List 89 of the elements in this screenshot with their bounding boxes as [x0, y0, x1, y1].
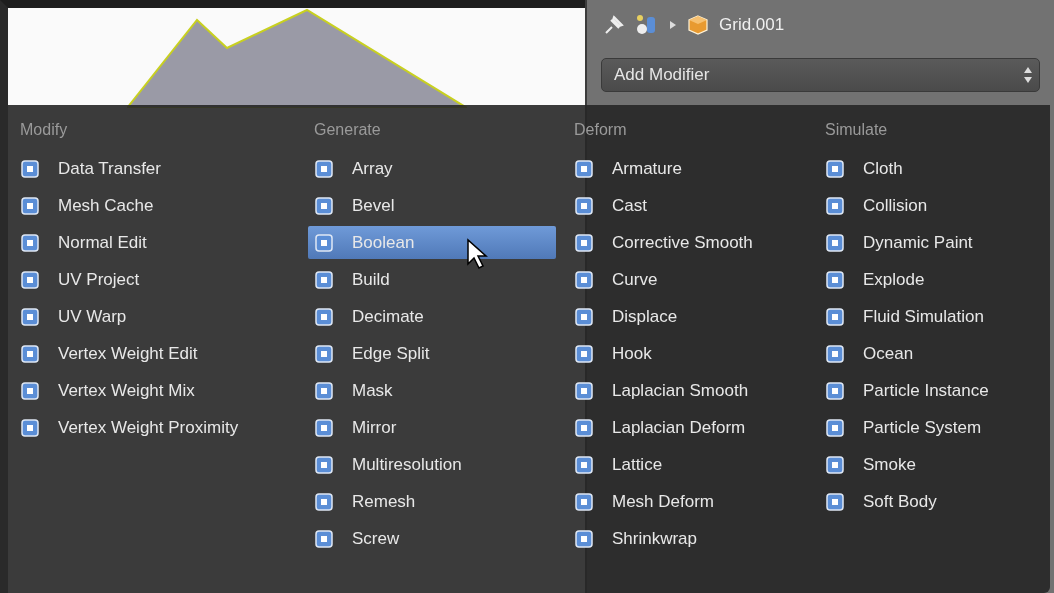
tile-icon: [574, 269, 594, 290]
tile-icon: [574, 454, 594, 475]
tile-icon: [20, 158, 40, 179]
menu-item[interactable]: Normal Edit: [14, 226, 296, 259]
tile-icon: [574, 306, 594, 327]
menu-item[interactable]: Screw: [308, 522, 556, 555]
tile-icon: [314, 528, 334, 549]
menu-item[interactable]: Lattice: [568, 448, 807, 481]
menu-item[interactable]: Vertex Weight Proximity: [14, 411, 296, 444]
tile-icon: [825, 380, 845, 401]
tile-icon: [314, 380, 334, 401]
tile-icon: [825, 195, 845, 216]
menu-item[interactable]: Laplacian Smooth: [568, 374, 807, 407]
tile-icon: [20, 417, 40, 438]
object-name: Grid.001: [719, 15, 785, 35]
tile-icon: [574, 232, 594, 253]
tile-icon: [825, 454, 845, 475]
tile-icon: [574, 158, 594, 179]
menu-item[interactable]: Build: [308, 263, 556, 296]
tile-icon: [20, 195, 40, 216]
tile-icon: [20, 343, 40, 364]
menu-item[interactable]: UV Project: [14, 263, 296, 296]
tile-icon: [574, 491, 594, 512]
menu-item[interactable]: Mirror: [308, 411, 556, 444]
menu-item[interactable]: Cloth: [819, 152, 1038, 185]
menu-item[interactable]: Laplacian Deform: [568, 411, 807, 444]
menu-item[interactable]: Curve: [568, 263, 807, 296]
menu-item[interactable]: Mask: [308, 374, 556, 407]
tile-icon: [574, 195, 594, 216]
column-heading: Simulate: [824, 120, 889, 140]
menu-item[interactable]: Collision: [819, 189, 1038, 222]
menu-item[interactable]: Array: [308, 152, 556, 185]
tile-icon: [314, 269, 334, 290]
menu-item[interactable]: Hook: [568, 337, 807, 370]
menu-item[interactable]: Smoke: [819, 448, 1038, 481]
tile-icon: [574, 343, 594, 364]
tile-icon: [20, 232, 40, 253]
column-heading: Deform: [573, 120, 628, 140]
tile-icon: [314, 343, 334, 364]
tile-icon: [574, 417, 594, 438]
tile-icon: [20, 380, 40, 401]
tile-icon: [314, 232, 334, 253]
menu-item[interactable]: Particle System: [819, 411, 1038, 444]
up-down-arrows-icon: [1023, 66, 1033, 84]
tile-icon: [825, 343, 845, 364]
menu-item[interactable]: Displace: [568, 300, 807, 333]
menu-item[interactable]: Corrective Smooth: [568, 226, 807, 259]
menu-item[interactable]: Bevel: [308, 189, 556, 222]
menu-item[interactable]: Remesh: [308, 485, 556, 518]
tile-icon: [825, 158, 845, 179]
tile-icon: [825, 306, 845, 327]
menu-item[interactable]: Mesh Cache: [14, 189, 296, 222]
menu-item[interactable]: Shrinkwrap: [568, 522, 807, 555]
caret-icon: [669, 20, 677, 30]
tile-icon: [574, 528, 594, 549]
tile-icon: [314, 491, 334, 512]
menu-item[interactable]: Vertex Weight Edit: [14, 337, 296, 370]
tile-icon: [314, 306, 334, 327]
tile-icon: [314, 417, 334, 438]
menu-item[interactable]: Explode: [819, 263, 1038, 296]
menu-item[interactable]: Vertex Weight Mix: [14, 374, 296, 407]
menu-item[interactable]: Fluid Simulation: [819, 300, 1038, 333]
menu-item[interactable]: Multiresolution: [308, 448, 556, 481]
menu-item[interactable]: UV Warp: [14, 300, 296, 333]
menu-item[interactable]: Dynamic Paint: [819, 226, 1038, 259]
tile-icon: [825, 417, 845, 438]
tile-icon: [20, 269, 40, 290]
menu-item[interactable]: Cast: [568, 189, 807, 222]
menu-item[interactable]: Armature: [568, 152, 807, 185]
tile-icon: [20, 306, 40, 327]
mouse-cursor-icon: [466, 238, 488, 270]
tile-icon: [825, 269, 845, 290]
menu-item[interactable]: Data Transfer: [14, 152, 296, 185]
cube-icon: [687, 14, 709, 36]
menu-item[interactable]: Ocean: [819, 337, 1038, 370]
tile-icon: [574, 380, 594, 401]
tile-icon: [825, 232, 845, 253]
tile-icon: [825, 491, 845, 512]
tile-icon: [314, 195, 334, 216]
menu-item[interactable]: Edge Split: [308, 337, 556, 370]
column-heading: Modify: [19, 120, 69, 140]
menu-item[interactable]: Soft Body: [819, 485, 1038, 518]
tile-icon: [314, 158, 334, 179]
column-heading: Generate: [313, 120, 382, 140]
menu-item[interactable]: Decimate: [308, 300, 556, 333]
tile-icon: [314, 454, 334, 475]
menu-item[interactable]: Particle Instance: [819, 374, 1038, 407]
add-modifier-dropdown[interactable]: Add Modifier: [601, 58, 1040, 92]
menu-item[interactable]: Mesh Deform: [568, 485, 807, 518]
